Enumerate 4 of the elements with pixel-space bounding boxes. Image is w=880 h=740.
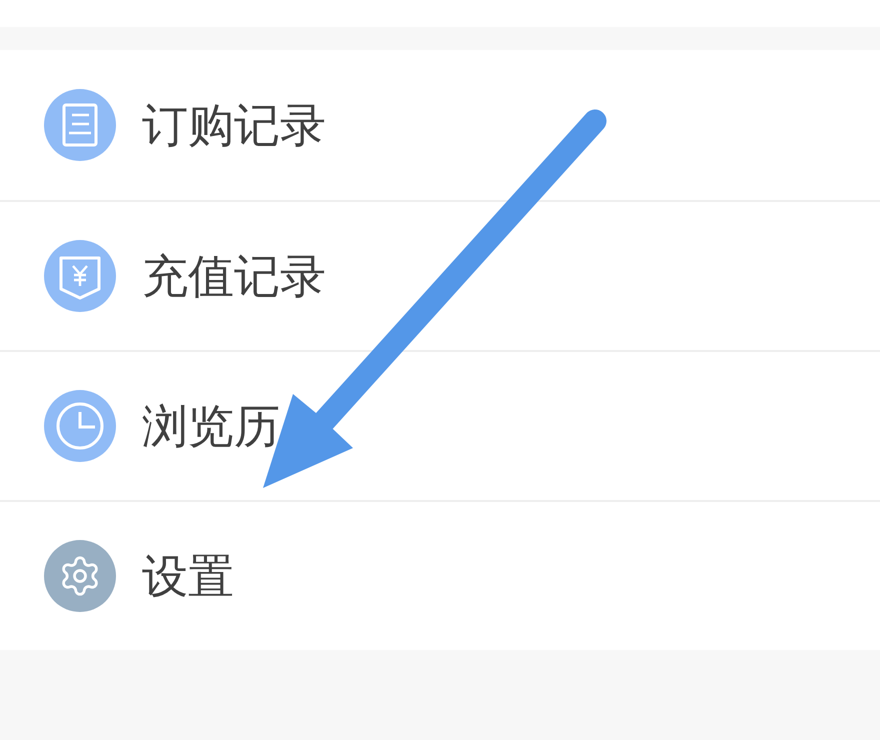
gear-icon (44, 540, 116, 612)
yen-tag-icon (44, 240, 116, 312)
clock-icon (44, 390, 116, 462)
document-icon (44, 89, 116, 161)
